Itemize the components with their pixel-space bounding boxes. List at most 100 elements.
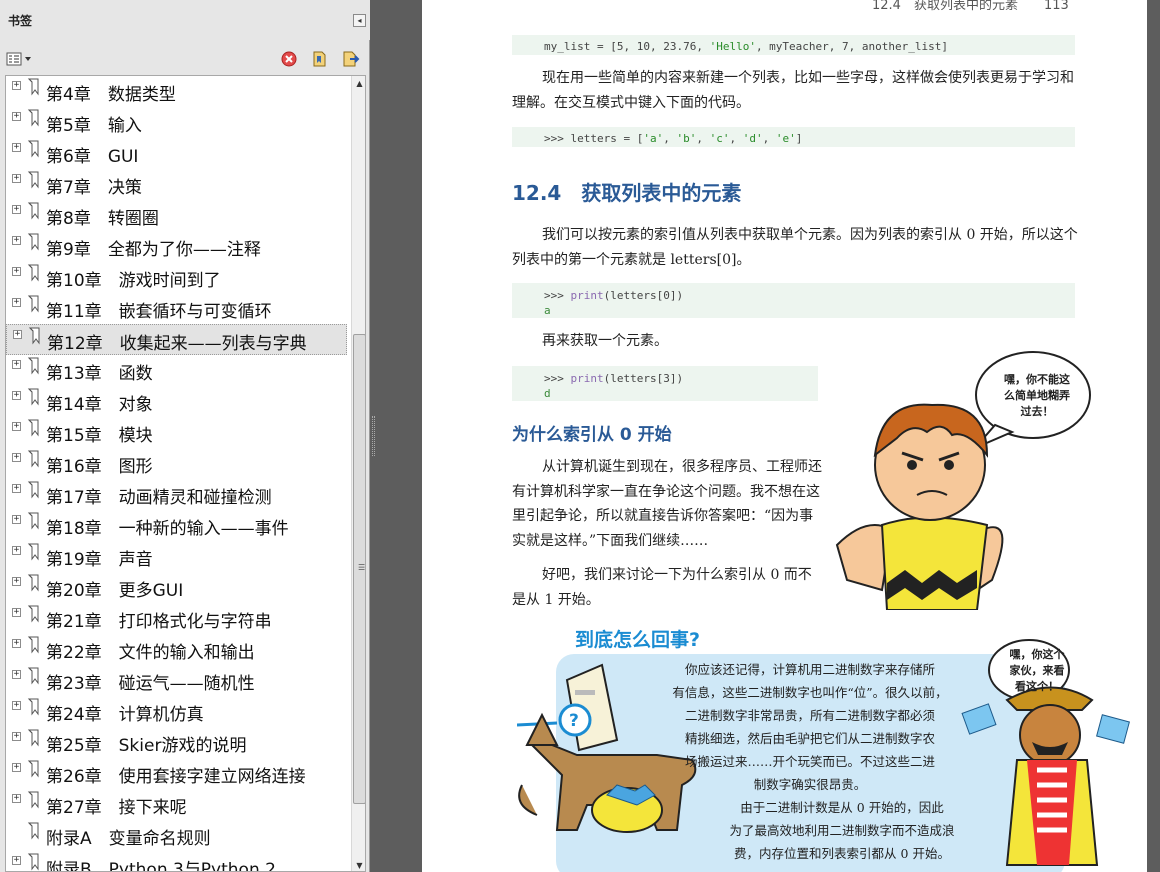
expand-toggle-icon[interactable]: + bbox=[12, 298, 21, 307]
bookmark-item[interactable]: + 第26章 使用套接字建立网络连接 bbox=[6, 758, 347, 789]
bookmark-icon bbox=[27, 295, 39, 313]
bookmark-item[interactable]: + 第7章 决策 bbox=[6, 169, 347, 200]
bookmark-item[interactable]: + 附录B Python 3与Python 2 bbox=[6, 851, 347, 871]
bookmark-item[interactable]: + 第9章 全都为了你——注释 bbox=[6, 231, 347, 262]
bookmark-label: 第15章 模块 bbox=[46, 426, 153, 446]
bookmark-item[interactable]: + 第24章 计算机仿真 bbox=[6, 696, 347, 727]
expand-toggle-icon[interactable]: + bbox=[12, 360, 21, 369]
bookmark-item[interactable]: + 第21章 打印格式化与字符串 bbox=[6, 603, 347, 634]
bubble-line: 嘿，你这个 bbox=[1009, 648, 1065, 661]
bookmark-item[interactable]: + 第8章 转圈圈 bbox=[6, 200, 347, 231]
bookmark-item[interactable]: + 第23章 碰运气——随机性 bbox=[6, 665, 347, 696]
expand-toggle-icon[interactable]: + bbox=[12, 267, 21, 276]
bookmarks-panel: 书签 ◂ + 第4章 数据类型 + 第5章 输入 + 第6章 GUI + 第7章 决策 + 第8章… bbox=[0, 0, 370, 872]
expand-toggle-icon[interactable]: + bbox=[12, 701, 21, 710]
code-text: , bbox=[729, 132, 743, 145]
bookmark-item[interactable]: + 第12章 收集起来——列表与字典 bbox=[6, 324, 347, 355]
bookmark-label: 第20章 更多GUI bbox=[46, 581, 184, 601]
bookmark-item[interactable]: + 第6章 GUI bbox=[6, 138, 347, 169]
bookmark-label: 第16章 图形 bbox=[46, 457, 153, 477]
expand-toggle-icon[interactable]: + bbox=[12, 670, 21, 679]
expand-toggle-icon[interactable]: + bbox=[13, 330, 22, 339]
bookmark-icon bbox=[27, 636, 39, 654]
bookmark-icon bbox=[27, 419, 39, 437]
bookmark-item[interactable]: + 第20章 更多GUI bbox=[6, 572, 347, 603]
options-menu-button[interactable] bbox=[6, 51, 33, 67]
collapse-panel-button[interactable]: ◂ bbox=[353, 14, 366, 27]
bookmark-icon bbox=[27, 822, 39, 840]
expand-toggle-icon[interactable]: + bbox=[12, 577, 21, 586]
expand-toggle-icon[interactable]: + bbox=[12, 515, 21, 524]
new-bookmark-button[interactable] bbox=[311, 50, 329, 68]
expand-toggle-icon[interactable]: + bbox=[12, 174, 21, 183]
bookmark-label: 第27章 接下来呢 bbox=[46, 798, 187, 818]
code-keyword: print bbox=[570, 289, 604, 302]
expand-bookmark-button[interactable] bbox=[342, 50, 360, 68]
scroll-down-arrow[interactable]: ▼ bbox=[352, 858, 365, 871]
expand-toggle-icon[interactable]: + bbox=[12, 732, 21, 741]
bookmark-item[interactable]: + 第10章 游戏时间到了 bbox=[6, 262, 347, 293]
expand-toggle-icon[interactable]: + bbox=[12, 205, 21, 214]
bookmark-item[interactable]: + 第11章 嵌套循环与可变循环 bbox=[6, 293, 347, 324]
bookmark-label: 第22章 文件的输入和输出 bbox=[46, 643, 255, 663]
expand-toggle-icon[interactable]: + bbox=[12, 422, 21, 431]
section-heading: 12.4 获取列表中的元素 bbox=[512, 181, 742, 205]
expand-toggle-icon[interactable]: + bbox=[12, 763, 21, 772]
info-line: 为了最高效地利用二进制数字而不造成浪 bbox=[729, 823, 955, 838]
code-block-my-list: my_list = [5, 10, 23.76, 'Hello', myTeac… bbox=[512, 35, 1075, 55]
bookmark-item[interactable]: + 第4章 数据类型 bbox=[6, 76, 347, 107]
bookmark-item[interactable]: + 第5章 输入 bbox=[6, 107, 347, 138]
bookmark-item[interactable]: + 第27章 接下来呢 bbox=[6, 789, 347, 820]
info-line: 二进制数字非常昂贵，所有二进制数字都必须 bbox=[684, 708, 935, 723]
bookmark-icon bbox=[27, 140, 39, 158]
bookmark-icon bbox=[27, 171, 39, 189]
bookmark-item[interactable]: + 第15章 模块 bbox=[6, 417, 347, 448]
expand-toggle-icon[interactable]: + bbox=[12, 236, 21, 245]
expand-toggle-icon[interactable]: + bbox=[12, 608, 21, 617]
delete-bookmark-button[interactable] bbox=[280, 50, 298, 68]
panel-splitter[interactable] bbox=[370, 0, 422, 872]
bookmark-label: 第19章 声音 bbox=[46, 550, 153, 570]
expand-toggle-icon[interactable]: + bbox=[12, 453, 21, 462]
bookmark-item[interactable]: + 第25章 Skier游戏的说明 bbox=[6, 727, 347, 758]
bookmark-icon bbox=[27, 760, 39, 778]
expand-toggle-icon[interactable]: + bbox=[12, 391, 21, 400]
bookmark-icon bbox=[27, 233, 39, 251]
expand-toggle-icon[interactable]: + bbox=[12, 484, 21, 493]
bookmark-item[interactable]: + 第13章 函数 bbox=[6, 355, 347, 386]
bookmark-item[interactable]: 附录A 变量命名规则 bbox=[6, 820, 347, 851]
bookmarks-toolbar bbox=[0, 44, 370, 74]
splitter-handle[interactable] bbox=[372, 416, 375, 456]
bubble-line: 嘿，你不能这 bbox=[1004, 373, 1070, 386]
scroll-up-arrow[interactable]: ▲ bbox=[352, 76, 365, 91]
expand-toggle-icon[interactable]: + bbox=[12, 794, 21, 803]
expand-toggle-icon[interactable]: + bbox=[12, 856, 21, 865]
bookmark-item[interactable]: + 第16章 图形 bbox=[6, 448, 347, 479]
bookmark-item[interactable]: + 第19章 声音 bbox=[6, 541, 347, 572]
info-text-zero: 由于二进制计数是从 0 开始的，因此 为了最高效地利用二进制数字而不造成浪 费，… bbox=[692, 796, 992, 865]
bookmark-item[interactable]: + 第22章 文件的输入和输出 bbox=[6, 634, 347, 665]
bookmark-label: 第23章 碰运气——随机性 bbox=[46, 674, 255, 694]
bookmark-arrow-icon bbox=[343, 51, 360, 67]
bookmark-label: 第13章 函数 bbox=[46, 364, 153, 384]
expand-toggle-icon[interactable]: + bbox=[12, 143, 21, 152]
expand-toggle-icon[interactable]: + bbox=[12, 112, 21, 121]
expand-toggle-icon[interactable]: + bbox=[12, 639, 21, 648]
bookmark-item[interactable]: + 第18章 一种新的输入——事件 bbox=[6, 510, 347, 541]
code-text: >>> letters = [ bbox=[544, 132, 644, 145]
expand-toggle-icon[interactable]: + bbox=[12, 546, 21, 555]
bookmark-item[interactable]: + 第14章 对象 bbox=[6, 386, 347, 417]
bookmark-icon bbox=[27, 264, 39, 282]
bookmark-label: 附录A 变量命名规则 bbox=[46, 829, 211, 849]
bookmark-label: 第18章 一种新的输入——事件 bbox=[46, 519, 289, 539]
code-keyword: print bbox=[570, 372, 604, 385]
scroll-thumb[interactable]: ☰ bbox=[353, 334, 365, 804]
vertical-scrollbar[interactable]: ▲ ☰ ▼ bbox=[351, 76, 365, 871]
bookmark-tree[interactable]: + 第4章 数据类型 + 第5章 输入 + 第6章 GUI + 第7章 决策 + 第8章 转圈圈 +… bbox=[5, 75, 366, 872]
bookmark-icon bbox=[27, 357, 39, 375]
code-text: (letters[3]) bbox=[603, 372, 684, 385]
expand-toggle-icon[interactable]: + bbox=[12, 81, 21, 90]
bookmark-item[interactable]: + 第17章 动画精灵和碰撞检测 bbox=[6, 479, 347, 510]
bookmark-icon bbox=[27, 698, 39, 716]
bookmark-label: 第8章 转圈圈 bbox=[46, 209, 159, 229]
